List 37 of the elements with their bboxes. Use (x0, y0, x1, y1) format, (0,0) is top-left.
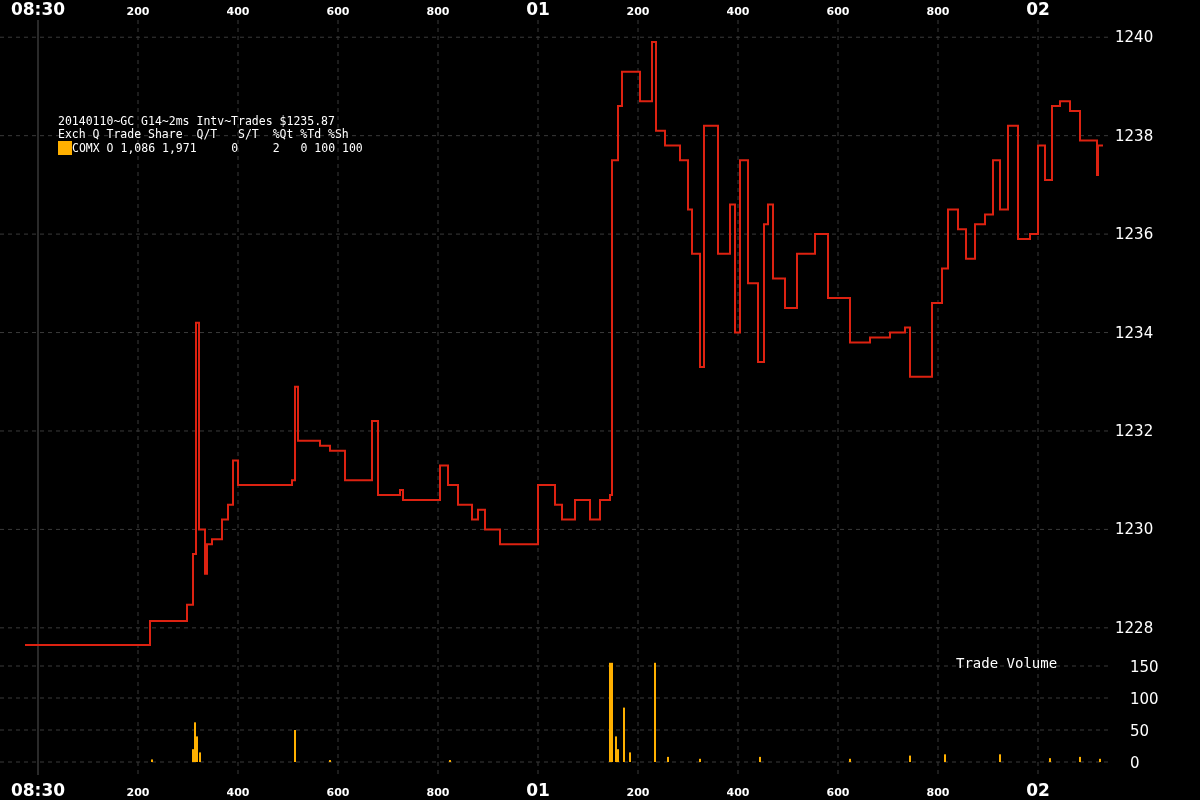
axis-label: 1230 (1115, 520, 1154, 539)
axis-label: 200 (626, 786, 650, 799)
axis-label: 800 (926, 786, 950, 799)
axis-label: 1236 (1115, 225, 1154, 244)
axis-label: 600 (326, 5, 350, 18)
axis-label: 400 (726, 5, 750, 18)
axis-label: 01 (526, 0, 550, 19)
axis-label: 1238 (1115, 126, 1154, 145)
axis-label: 100 (1130, 690, 1159, 708)
axis-label: 02 (1026, 0, 1050, 19)
axis-label: 50 (1130, 722, 1150, 740)
axis-label: 600 (826, 786, 850, 799)
axis-label: 400 (726, 786, 750, 799)
axis-label: 400 (226, 5, 250, 18)
axis-label: 08:30 (10, 780, 66, 800)
axis-label: 600 (326, 786, 350, 799)
axis-label: 400 (226, 786, 250, 799)
axis-label: 1228 (1115, 618, 1154, 637)
axis-label: 08:30 (10, 0, 66, 19)
axis-label: 1234 (1115, 323, 1154, 342)
chart-title: Trade Volume (956, 655, 1058, 671)
axis-label: 200 (126, 786, 150, 799)
legend-row: COMX O 1,086 1,971 0 2 0 100 100 (72, 141, 363, 155)
axis-label: 0 (1130, 754, 1140, 772)
axis-label: 800 (426, 786, 450, 799)
axis-label: 01 (526, 780, 550, 800)
legend-header: Exch Q Trade Share Q/T S/T %Qt %Td %Sh (58, 128, 350, 141)
axis-label: 600 (826, 5, 850, 18)
axis-label: 02 (1026, 780, 1050, 800)
legend-title: 20140110~GC G14~2ms Intv~Trades $1235.87 (58, 115, 336, 128)
axis-label: 200 (626, 5, 650, 18)
axis-label: 1232 (1115, 422, 1154, 440)
axis-label: 150 (1130, 658, 1159, 676)
axis-label: 1240 (1115, 28, 1154, 47)
axis-label: 200 (126, 5, 150, 18)
axis-label: 800 (426, 5, 450, 18)
axis-label: 800 (926, 5, 950, 18)
